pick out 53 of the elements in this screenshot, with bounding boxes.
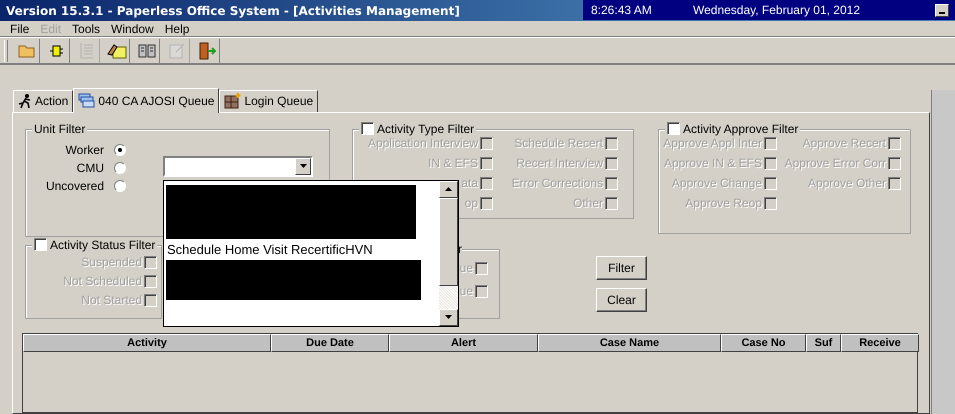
checkbox[interactable] (361, 122, 374, 136)
folder-icon (18, 44, 36, 58)
list-icon (78, 42, 94, 60)
menu-item[interactable]: File (5, 22, 36, 36)
caret-icon (300, 164, 306, 168)
caret-icon (445, 187, 452, 192)
plug-icon (50, 44, 64, 58)
runner-icon (18, 94, 32, 109)
group-title: Activity Approve Filter (683, 122, 798, 136)
radio-label: CMU (76, 161, 104, 176)
radio-label: Uncovered (46, 179, 104, 194)
radio-button[interactable] (114, 180, 126, 192)
minimize-button[interactable] (935, 4, 949, 16)
column-header[interactable]: Due Date (271, 334, 389, 352)
menu-item[interactable]: Help (160, 22, 196, 36)
cabinet-icon (224, 93, 242, 110)
radio-button[interactable] (114, 144, 126, 156)
radio-label: Worker (66, 143, 104, 158)
group-title: Activity Status Filter (50, 238, 156, 252)
column-header[interactable]: Alert (389, 334, 538, 352)
checkbox[interactable] (667, 122, 680, 136)
group-title: Unit Filter (34, 122, 86, 136)
tab[interactable]: Login Queue (219, 90, 318, 112)
filter-panel-button[interactable]: Clear (596, 288, 647, 312)
book-icon (138, 42, 156, 59)
column-header[interactable]: Suf (806, 334, 841, 352)
radio-button[interactable] (114, 162, 126, 174)
menu-item[interactable]: Tools (67, 22, 106, 36)
group-title: r (458, 242, 462, 256)
toolbar-button[interactable] (104, 38, 130, 63)
exit-door-icon (198, 42, 216, 60)
menu-item[interactable]: Window (106, 22, 160, 36)
tab[interactable]: 040 CA AJOSI Queue (73, 88, 220, 113)
column-header[interactable]: Case Name (538, 334, 721, 352)
dropdown-field[interactable] (163, 156, 313, 177)
checkbox[interactable] (34, 238, 47, 252)
column-header[interactable]: Case No (721, 334, 806, 352)
stacked-windows-icon (78, 93, 96, 108)
column-header[interactable]: Activity (23, 334, 271, 352)
list-item[interactable]: Schedule Home Visit RecertificHVN (166, 238, 437, 260)
scroll-down-button[interactable] (439, 308, 458, 326)
clock-time: 8:26:43 AM (591, 3, 653, 17)
scroll-up-button[interactable] (439, 180, 458, 198)
tab[interactable]: Action (13, 90, 74, 112)
filter-panel-button[interactable]: Filter (596, 256, 647, 280)
scrollbar[interactable] (439, 180, 458, 326)
caret-icon (445, 315, 452, 320)
clock-date: Wednesday, February 01, 2012 (693, 3, 861, 17)
group-title: Activity Type Filter (377, 122, 474, 136)
column-header[interactable]: Receive (841, 334, 919, 352)
minimize-icon (939, 12, 945, 14)
notepad-icon (168, 42, 186, 60)
window-title: Version 15.3.1 - Paperless Office System - [Activities Management] (5, 4, 461, 18)
